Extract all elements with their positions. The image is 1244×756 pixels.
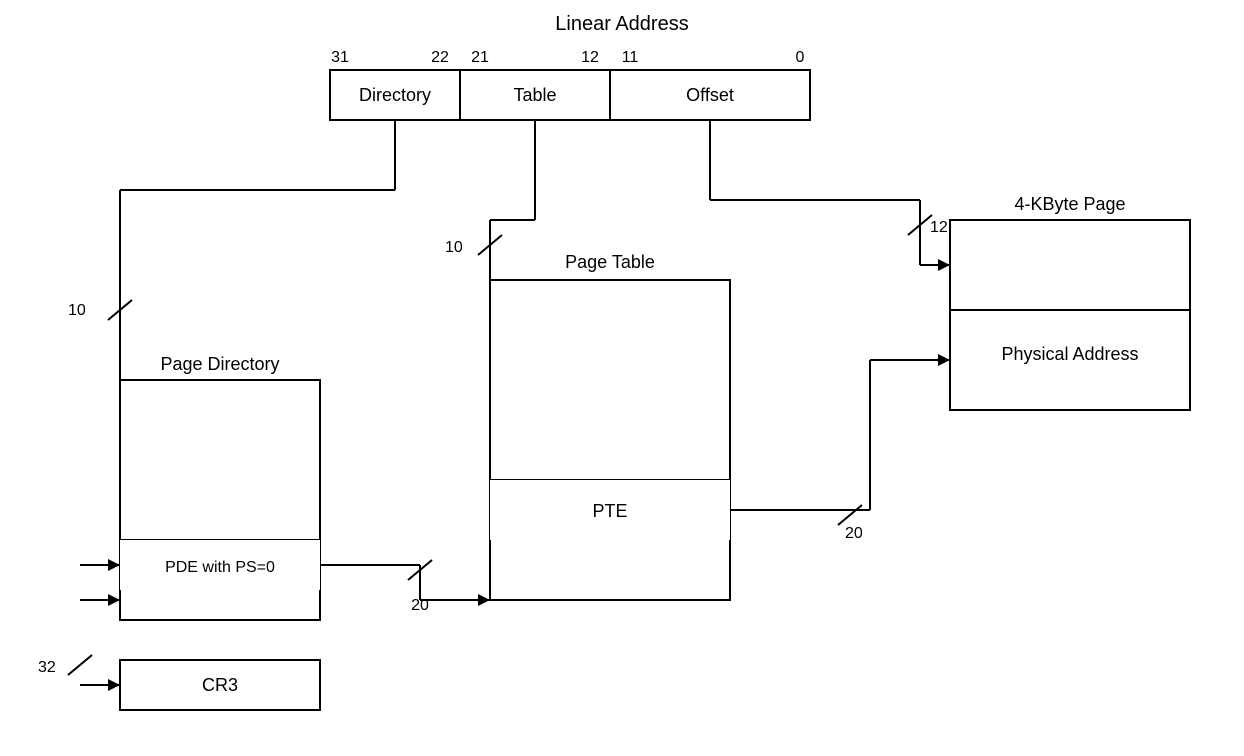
page-directory-title: Page Directory <box>160 354 279 374</box>
physical-address-label: Physical Address <box>1001 344 1138 364</box>
slash-pte-20 <box>838 505 862 525</box>
pde-arrowhead <box>108 559 120 571</box>
bit-31: 31 <box>331 49 349 66</box>
pt-arrowhead <box>478 594 490 606</box>
bits-32-cr3: 32 <box>38 659 56 676</box>
cr3-label: CR3 <box>202 675 238 695</box>
pde-arrowhead2 <box>108 594 120 606</box>
page-table-box <box>490 280 730 600</box>
page-4k-box <box>950 220 1190 410</box>
bits-10-table: 10 <box>445 239 463 256</box>
bits-20-pte: 20 <box>845 525 863 542</box>
slash-cr3 <box>68 655 92 675</box>
offset-label: Offset <box>686 85 734 105</box>
bit-11: 11 <box>622 49 639 66</box>
phys-arrowhead <box>938 354 950 366</box>
pde-label: PDE with PS=0 <box>165 559 275 576</box>
bits-12-offset: 12 <box>930 219 948 236</box>
table-label: Table <box>513 85 556 105</box>
cr3-arrowhead <box>108 679 120 691</box>
directory-label: Directory <box>359 85 431 105</box>
page-4k-title: 4-KByte Page <box>1014 194 1125 214</box>
bit-12: 12 <box>581 49 599 66</box>
diagram-svg: Linear Address 31 22 21 12 11 0 Director… <box>0 0 1244 756</box>
bit-0: 0 <box>796 49 805 66</box>
pte-label: PTE <box>592 501 627 521</box>
bits-10-dir: 10 <box>68 302 86 319</box>
offset-arrowhead <box>938 259 950 271</box>
bit-21: 21 <box>471 49 489 66</box>
bit-22: 22 <box>431 49 449 66</box>
linear-address-title: Linear Address <box>555 13 688 35</box>
page-table-title: Page Table <box>565 252 655 272</box>
